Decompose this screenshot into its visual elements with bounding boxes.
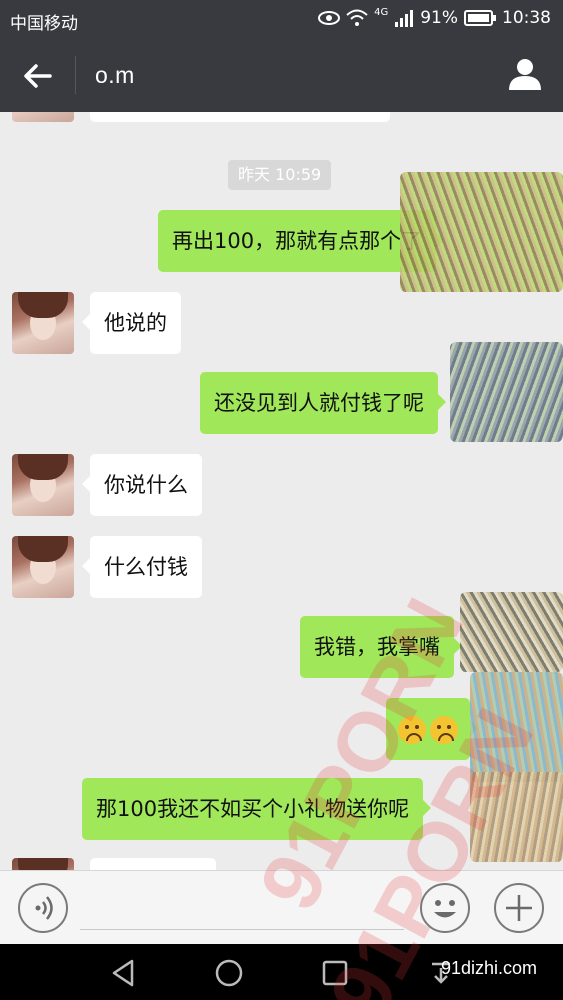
sent-emoji-message[interactable] <box>386 698 478 760</box>
contact-avatar[interactable] <box>12 112 74 122</box>
signal-icon <box>395 10 414 27</box>
nav-recents-icon[interactable] <box>320 958 350 988</box>
timestamp-label: 昨天 10:59 <box>228 160 332 190</box>
contact-avatar[interactable] <box>12 536 74 598</box>
scribble-cover <box>470 672 563 782</box>
sent-message[interactable]: 那100我还不如买个小礼物送你呢 <box>82 778 432 840</box>
received-message[interactable]: 你说什么 <box>82 454 202 516</box>
sent-message[interactable]: 再出100，那就有点那个了 <box>158 210 445 272</box>
sad-face-icon <box>398 716 426 744</box>
nav-back-icon[interactable] <box>108 958 138 988</box>
emoji-button[interactable] <box>420 883 470 933</box>
received-message[interactable]: 什么付钱 <box>82 536 202 598</box>
chat-area[interactable]: 昨天 10:59 再出100，那就有点那个了 他说的 还没见到人就付钱了呢 你说… <box>0 112 563 870</box>
scribble-cover <box>400 172 563 292</box>
scribble-cover <box>470 772 563 862</box>
voice-icon <box>35 896 53 920</box>
status-icons: 4G 91% 10:38 <box>318 6 551 28</box>
contact-avatar[interactable] <box>12 454 74 516</box>
message-bubble-partial[interactable] <box>90 858 216 870</box>
status-bar: 中国移动 4G 91% 10:38 <box>0 0 563 38</box>
voice-button[interactable] <box>18 883 68 933</box>
more-button[interactable] <box>494 883 544 933</box>
received-message[interactable]: 他说的 <box>82 292 181 354</box>
message-input[interactable] <box>80 929 404 930</box>
plus-icon <box>506 895 532 921</box>
chat-header: o.m <box>0 38 563 112</box>
clock: 10:38 <box>502 8 551 28</box>
input-bar <box>0 870 563 944</box>
sent-message[interactable]: 还没见到人就付钱了呢 <box>200 372 446 434</box>
scribble-cover <box>450 342 563 442</box>
emoji-icon <box>434 900 456 918</box>
carrier-label: 中国移动 <box>10 14 78 34</box>
nav-home-icon[interactable] <box>214 958 244 988</box>
header-divider <box>75 56 76 94</box>
chat-title: o.m <box>95 62 135 88</box>
battery-percent: 91% <box>420 8 458 28</box>
contact-avatar[interactable] <box>12 858 74 870</box>
contact-avatar[interactable] <box>12 292 74 354</box>
scribble-cover <box>460 592 563 672</box>
back-arrow-icon[interactable] <box>22 60 54 92</box>
sad-face-icon <box>430 716 458 744</box>
network-label: 4G <box>374 6 389 18</box>
battery-icon <box>464 10 496 26</box>
eye-icon <box>318 11 341 25</box>
system-nav-bar: 91dizhi.com <box>0 944 563 1000</box>
watermark-site-label: 91dizhi.com <box>440 958 537 978</box>
sent-message[interactable]: 我错，我掌嘴 <box>300 616 462 678</box>
wifi-icon <box>346 9 368 26</box>
message-bubble-partial[interactable] <box>90 112 390 122</box>
person-icon[interactable] <box>507 56 543 92</box>
